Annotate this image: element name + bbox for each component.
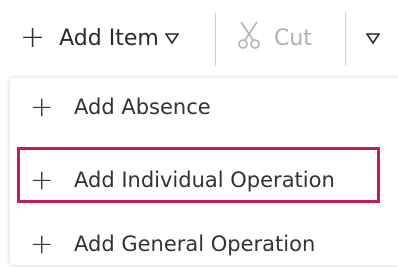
toolbar-divider xyxy=(215,12,216,66)
toolbar: + Add Item Cut xyxy=(0,0,398,78)
plus-icon: + xyxy=(20,20,46,55)
cut-button[interactable]: Cut xyxy=(238,18,312,58)
menu-item-label: Add Absence xyxy=(74,95,211,119)
menu-item-add-general-operation[interactable]: + Add General Operation xyxy=(10,221,398,267)
menu-item-label: Add General Operation xyxy=(74,232,316,256)
add-item-button[interactable]: + Add Item xyxy=(20,18,179,58)
more-options-button[interactable] xyxy=(366,18,380,58)
highlight-box xyxy=(17,147,380,203)
triangle-down-icon[interactable] xyxy=(164,26,179,51)
cut-label: Cut xyxy=(274,25,312,51)
add-item-dropdown-menu: + Add Absence + Add Individual Operation… xyxy=(10,78,398,265)
plus-icon: + xyxy=(30,90,54,123)
menu-item-add-absence[interactable]: + Add Absence xyxy=(10,84,398,130)
triangle-down-icon xyxy=(366,26,380,51)
add-item-label: Add Item xyxy=(59,25,159,51)
scissors-icon xyxy=(238,20,274,56)
toolbar-divider xyxy=(345,12,346,66)
plus-icon: + xyxy=(30,227,54,260)
